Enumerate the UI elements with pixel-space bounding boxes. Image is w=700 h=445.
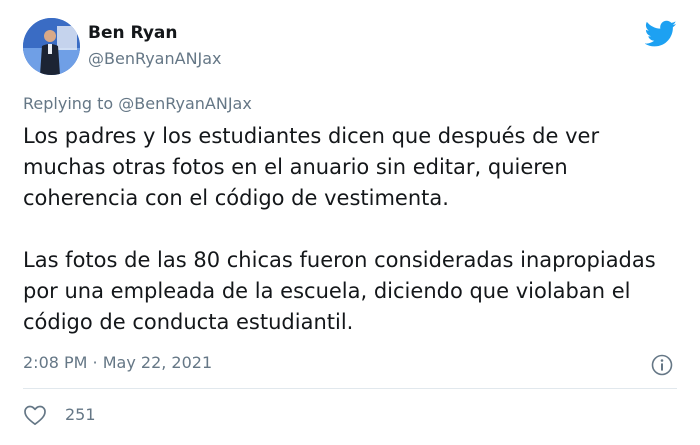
replying-prefix: Replying to: [23, 94, 119, 113]
author-name[interactable]: Ben Ryan: [88, 22, 222, 44]
twitter-bird-icon[interactable]: [645, 20, 677, 48]
tweet-card: Ben Ryan @BenRyanANJax Replying to @BenR…: [0, 0, 700, 445]
avatar[interactable]: [23, 18, 80, 75]
tweet-timestamp[interactable]: 2:08 PM · May 22, 2021: [23, 352, 212, 374]
author-block: Ben Ryan @BenRyanANJax: [88, 22, 222, 70]
divider: [23, 388, 677, 389]
replying-to: Replying to @BenRyanANJax: [23, 93, 252, 115]
tweet-text: Los padres y los estudiantes dicen que d…: [23, 121, 688, 338]
meta-separator: ·: [87, 353, 103, 372]
like-count: 251: [65, 405, 96, 424]
info-icon[interactable]: [651, 354, 673, 376]
heart-icon[interactable]: [23, 404, 47, 426]
tweet-date: May 22, 2021: [102, 353, 213, 372]
author-handle[interactable]: @BenRyanANJax: [88, 48, 222, 70]
tweet-time: 2:08 PM: [23, 353, 88, 372]
tweet-paragraph: Los padres y los estudiantes dicen que d…: [23, 124, 600, 210]
tweet-paragraph: Las fotos de las 80 chicas fueron consid…: [23, 248, 656, 334]
like-action[interactable]: 251: [23, 404, 96, 426]
replying-handle-link[interactable]: @BenRyanANJax: [118, 94, 252, 113]
